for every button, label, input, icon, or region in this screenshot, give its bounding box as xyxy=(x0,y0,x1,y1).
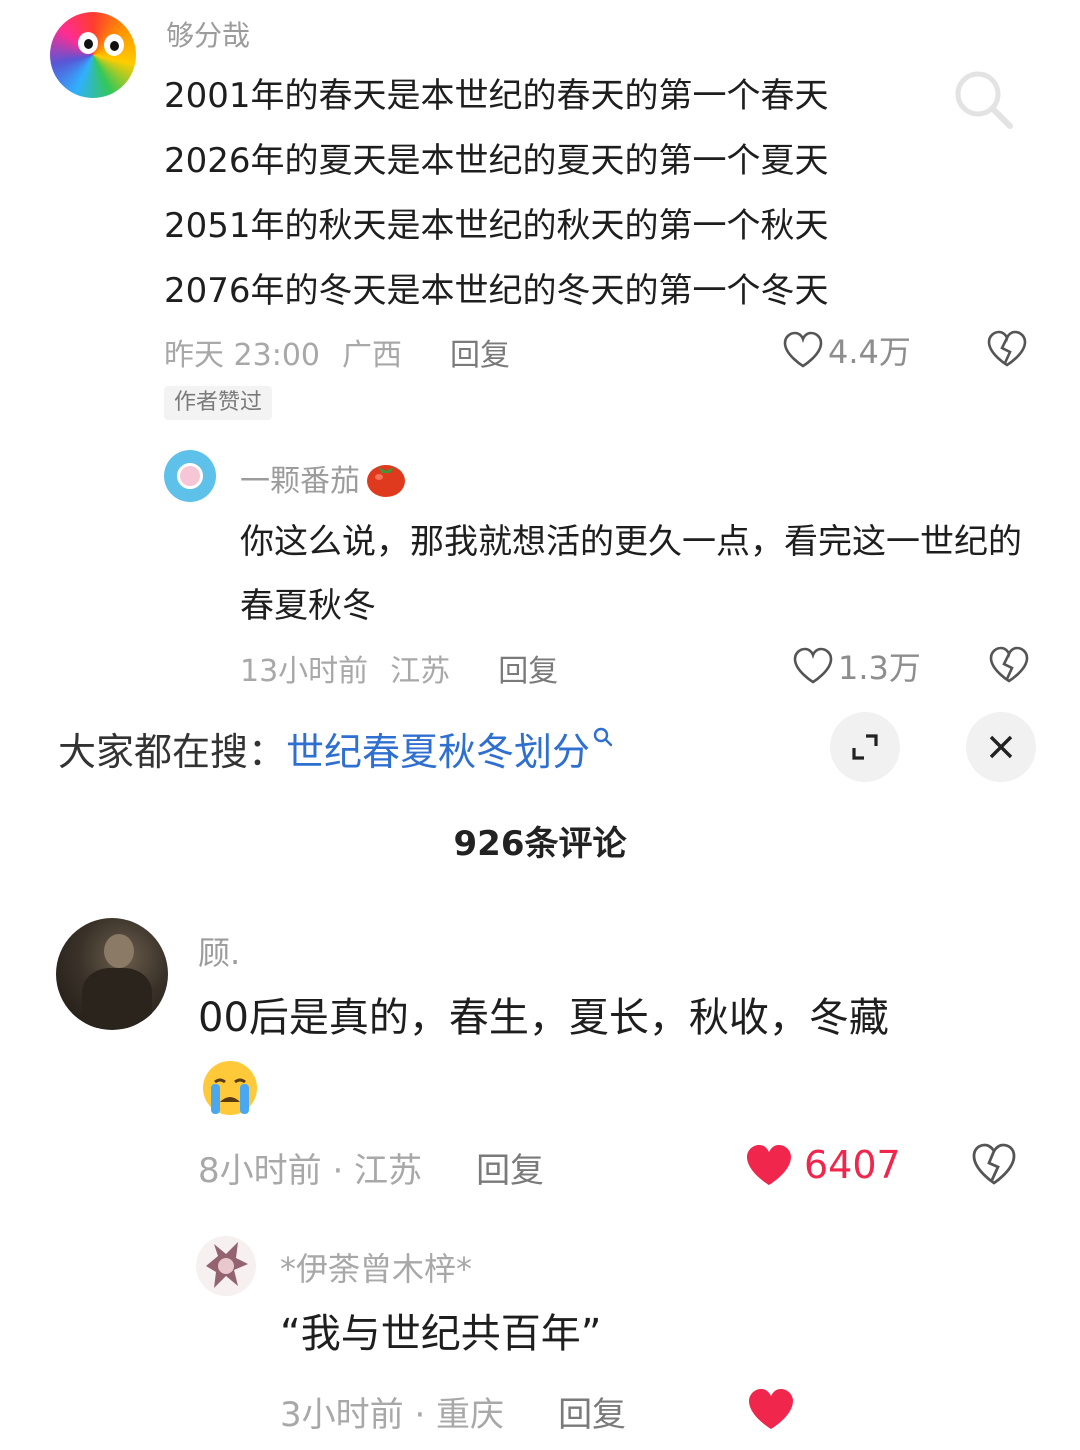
comment-location: 广西 xyxy=(342,338,402,373)
search-icon xyxy=(592,726,614,748)
like-count: 4.4万 xyxy=(828,333,911,371)
reply-meta: 13小时前 江苏 回复 xyxy=(240,646,558,690)
heart-icon[interactable] xyxy=(746,1386,796,1432)
reply-time: 3小时前 · 重庆 xyxy=(280,1394,505,1435)
dislike-heart-icon[interactable] xyxy=(987,646,1031,684)
reply-button[interactable]: 回复 xyxy=(558,1387,626,1436)
comment-line: 2051年的秋天是本世纪的秋天的第一个秋天 xyxy=(164,206,829,246)
comment-body: 00后是真的，春生，夏长，秋收，冬藏 xyxy=(198,995,889,1041)
like-count: 6407 xyxy=(804,1143,901,1187)
heart-icon xyxy=(744,1142,794,1188)
comment-meta: 8小时前 · 江苏 回复 xyxy=(198,1142,544,1192)
reply-body: 你这么说，那我就想活的更久一点，看完这一世纪的春夏秋冬 xyxy=(240,522,1022,626)
crying-emoji-icon xyxy=(198,1058,262,1118)
comment-meta: 昨天 23:00 广西 回复 xyxy=(164,330,510,374)
search-icon[interactable] xyxy=(948,64,1018,134)
comment-line: 2026年的夏天是本世纪的夏天的第一个夏天 xyxy=(164,141,829,181)
comment-time: 昨天 23:00 xyxy=(164,338,320,373)
avatar[interactable] xyxy=(196,1236,256,1296)
expand-icon[interactable] xyxy=(830,712,900,782)
reply-time: 13小时前 xyxy=(240,654,369,689)
avatar[interactable] xyxy=(50,12,136,98)
dislike-heart-icon[interactable] xyxy=(985,330,1029,368)
comment-body: 2001年的春天是本世纪的春天的第一个春天 2026年的夏天是本世纪的夏天的第一… xyxy=(164,64,944,324)
reply-button[interactable]: 回复 xyxy=(476,1143,544,1192)
tomato-emoji-icon xyxy=(364,457,408,499)
comment-username[interactable]: 够分哉 xyxy=(166,14,250,54)
reply-meta: 3小时前 · 重庆 回复 xyxy=(280,1386,626,1436)
like-button[interactable]: 4.4万 xyxy=(782,328,911,372)
comment-username[interactable]: 顾. xyxy=(198,928,240,974)
avatar[interactable] xyxy=(164,450,216,502)
comment-count-title: 926条评论 xyxy=(453,824,627,864)
reply-body: “我与世纪共百年” xyxy=(280,1311,602,1357)
reply-button[interactable]: 回复 xyxy=(450,330,510,374)
like-button[interactable]: 1.3万 xyxy=(792,644,921,688)
search-prefix: 大家都在搜： xyxy=(58,729,287,774)
search-query-link[interactable]: 世纪春夏秋冬划分 xyxy=(286,721,590,776)
search-suggestion-bar[interactable]: 大家都在搜： 世纪春夏秋冬划分 xyxy=(58,718,614,778)
comment-line: 2001年的春天是本世纪的春天的第一个春天 xyxy=(164,76,829,116)
reply-username[interactable]: 一颗番茄 xyxy=(240,456,360,500)
reply-button[interactable]: 回复 xyxy=(498,646,558,690)
reply-location: 江苏 xyxy=(390,654,451,689)
avatar[interactable] xyxy=(56,918,168,1030)
reply-username[interactable]: *伊荼曾木梓* xyxy=(280,1244,472,1290)
heart-icon xyxy=(782,331,824,369)
heart-icon xyxy=(792,647,834,685)
comment-time: 8小时前 · 江苏 xyxy=(198,1150,423,1191)
close-icon[interactable] xyxy=(966,712,1036,782)
like-button[interactable]: 6407 xyxy=(744,1140,901,1190)
dislike-heart-icon[interactable] xyxy=(970,1142,1018,1186)
comment-line: 2076年的冬天是本世纪的冬天的第一个冬天 xyxy=(164,271,829,311)
author-liked-badge: 作者赞过 xyxy=(164,386,273,420)
like-count: 1.3万 xyxy=(838,649,921,687)
